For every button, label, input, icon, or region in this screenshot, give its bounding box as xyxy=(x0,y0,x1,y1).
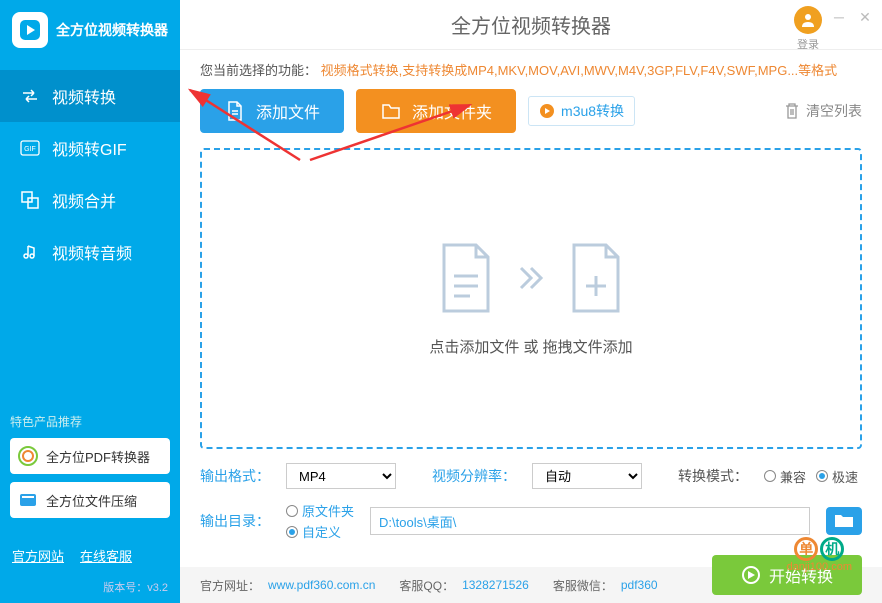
mode-radio-group: 兼容 极速 xyxy=(764,467,858,486)
radio-icon xyxy=(816,470,828,482)
site-link[interactable]: www.pdf360.com.cn xyxy=(268,578,375,592)
output-custom[interactable]: 自定义 xyxy=(286,522,354,541)
mode-fast[interactable]: 极速 xyxy=(816,467,858,486)
qq-label: 客服QQ： xyxy=(399,577,454,594)
promo-compress[interactable]: 全方位文件压缩 xyxy=(10,482,170,518)
convert-label: 开始转换 xyxy=(769,563,833,587)
mode-label: 转换模式： xyxy=(678,466,748,486)
folder-icon xyxy=(380,100,402,122)
output-original[interactable]: 原文件夹 xyxy=(286,501,354,520)
logo: 全方位视频转换器 xyxy=(0,0,180,60)
nav-label: 视频转GIF xyxy=(52,136,127,160)
folder-icon xyxy=(834,513,854,529)
file-icon xyxy=(436,241,496,316)
browse-folder-button[interactable] xyxy=(826,507,862,535)
file-add-icon xyxy=(566,241,626,316)
avatar-icon xyxy=(794,6,822,34)
site-label: 官方网址： xyxy=(200,577,260,594)
promo-pdf[interactable]: 全方位PDF转换器 xyxy=(10,438,170,474)
compress-icon xyxy=(18,490,38,510)
function-description: 您当前选择的功能： 视频格式转换,支持转换成MP4,MKV,MOV,AVI,MW… xyxy=(200,60,862,79)
output-radio-group: 原文件夹 自定义 xyxy=(286,501,354,541)
version: 版本号：v3.2 xyxy=(0,575,180,603)
drop-text: 点击添加文件 或 拖拽文件添加 xyxy=(429,336,632,357)
nav-label: 视频转音频 xyxy=(52,240,132,264)
content: 您当前选择的功能： 视频格式转换,支持转换成MP4,MKV,MOV,AVI,MW… xyxy=(180,50,882,449)
promo-title: 特色产品推荐 xyxy=(10,413,170,430)
nav-list: 视频转换 GIF 视频转GIF 视频合并 视频转音频 xyxy=(0,70,180,278)
merge-icon xyxy=(20,190,40,210)
arrow-icon xyxy=(516,263,546,293)
clear-list-button[interactable]: 清空列表 xyxy=(784,101,862,121)
nav-label: 视频转换 xyxy=(52,84,116,108)
resolution-select[interactable]: 自动 xyxy=(532,463,642,489)
qq-value: 1328271526 xyxy=(462,578,529,592)
nav-video-merge[interactable]: 视频合并 xyxy=(0,174,180,226)
func-desc: 视频格式转换,支持转换成MP4,MKV,MOV,AVI,MWV,M4V,3GP,… xyxy=(321,63,838,78)
link-support[interactable]: 在线客服 xyxy=(80,546,132,565)
nav-video-convert[interactable]: 视频转换 xyxy=(0,70,180,122)
titlebar: 全方位视频转换器 登录 ─ ✕ xyxy=(180,0,882,50)
func-label: 您当前选择的功能： xyxy=(200,63,317,78)
convert-icon xyxy=(741,565,761,585)
output-path-input[interactable] xyxy=(370,507,810,535)
nav-label: 视频合并 xyxy=(52,188,116,212)
wechat-value: pdf360 xyxy=(621,578,658,592)
drop-zone[interactable]: 点击添加文件 或 拖拽文件添加 xyxy=(200,148,862,449)
link-site[interactable]: 官方网站 xyxy=(12,546,64,565)
close-button[interactable]: ✕ xyxy=(856,8,874,26)
promo-section: 特色产品推荐 全方位PDF转换器 全方位文件压缩 xyxy=(0,403,180,536)
logo-text: 全方位视频转换器 xyxy=(56,20,168,40)
main: 全方位视频转换器 登录 ─ ✕ 您当前选择的功能： 视频格式转换,支持转换成MP… xyxy=(180,0,882,603)
m3u8-label: m3u8转换 xyxy=(561,101,624,121)
sidebar: 全方位视频转换器 视频转换 GIF 视频转GIF 视频合并 视频转音频 特色产品… xyxy=(0,0,180,603)
convert-button[interactable]: 开始转换 xyxy=(712,555,862,595)
add-file-button[interactable]: 添加文件 xyxy=(200,89,344,133)
format-label: 输出格式： xyxy=(200,466,270,486)
footer-links: 官方网站 在线客服 xyxy=(0,536,180,575)
login-button[interactable]: 登录 xyxy=(794,6,822,52)
radio-icon xyxy=(764,470,776,482)
m3u8-button[interactable]: m3u8转换 xyxy=(528,96,635,126)
nav-video-audio[interactable]: 视频转音频 xyxy=(0,226,180,278)
file-icon xyxy=(224,100,246,122)
login-label: 登录 xyxy=(797,39,819,51)
trash-icon xyxy=(784,102,800,120)
clear-label: 清空列表 xyxy=(806,101,862,121)
svg-text:GIF: GIF xyxy=(24,146,36,153)
convert-icon xyxy=(20,86,40,106)
resolution-label: 视频分辨率： xyxy=(432,466,516,486)
wechat-label: 客服微信： xyxy=(553,577,613,594)
nav-video-gif[interactable]: GIF 视频转GIF xyxy=(0,122,180,174)
drop-icons xyxy=(436,241,626,316)
pdf-icon xyxy=(18,446,38,466)
add-folder-label: 添加文件夹 xyxy=(412,99,492,123)
logo-icon xyxy=(12,12,48,48)
output-label: 输出目录： xyxy=(200,511,270,531)
format-select[interactable]: MP4 xyxy=(286,463,396,489)
promo-label: 全方位文件压缩 xyxy=(46,491,137,510)
radio-icon xyxy=(286,505,298,517)
add-folder-button[interactable]: 添加文件夹 xyxy=(356,89,516,133)
music-icon xyxy=(20,242,40,262)
m3u8-icon xyxy=(539,103,555,119)
promo-label: 全方位PDF转换器 xyxy=(46,447,150,466)
gif-icon: GIF xyxy=(20,138,40,158)
add-file-label: 添加文件 xyxy=(256,99,320,123)
app-title: 全方位视频转换器 xyxy=(451,10,611,39)
options: 输出格式： MP4 视频分辨率： 自动 转换模式： 兼容 极速 输出目录： 原文… xyxy=(180,449,882,567)
action-row: 添加文件 添加文件夹 m3u8转换 清空列表 xyxy=(200,89,862,133)
mode-compat[interactable]: 兼容 xyxy=(764,467,806,486)
window-controls: ─ ✕ xyxy=(830,8,874,26)
radio-icon xyxy=(286,526,298,538)
minimize-button[interactable]: ─ xyxy=(830,8,848,26)
